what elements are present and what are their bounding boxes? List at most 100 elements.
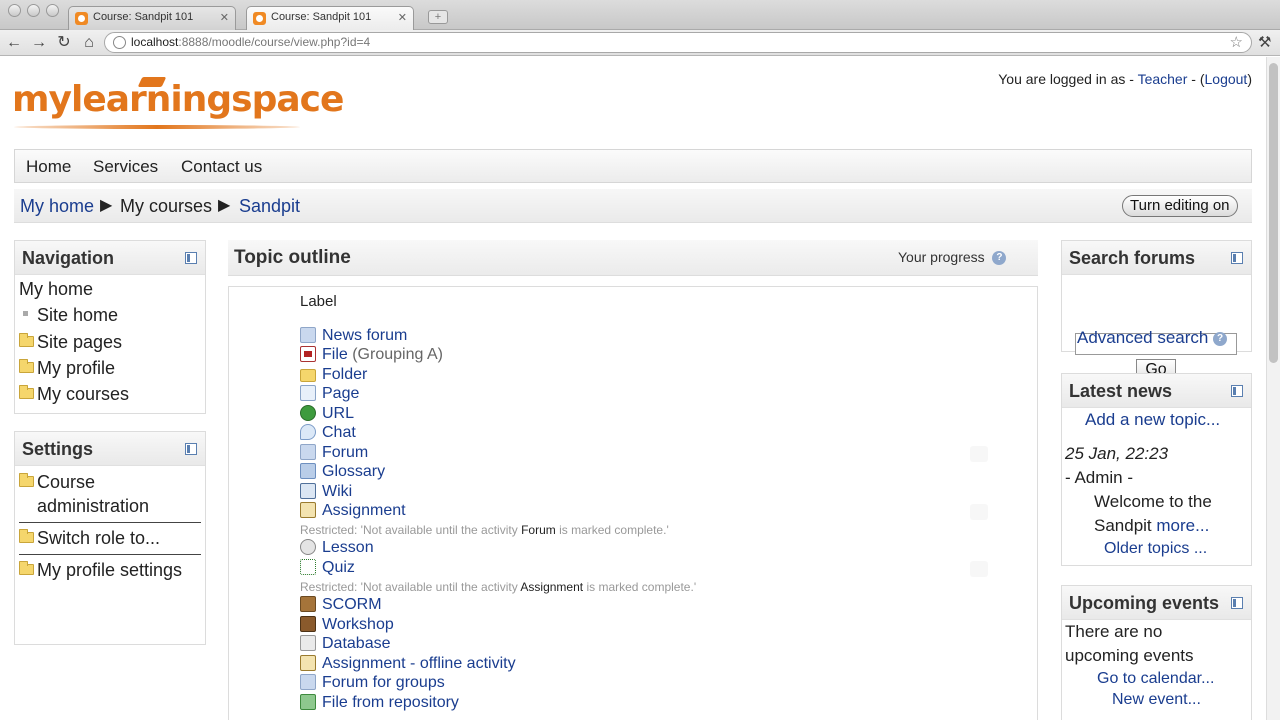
activity-database[interactable]: Database [300, 635, 391, 653]
activity-glossary[interactable]: Glossary [300, 463, 385, 481]
site-logo[interactable]: mylearningspace [12, 79, 344, 120]
breadcrumb-sandpit[interactable]: Sandpit [239, 196, 300, 217]
settings-switch-role[interactable]: Switch role to... [19, 528, 160, 549]
news-line1: Welcome to the [1094, 492, 1212, 511]
dock-block-icon[interactable] [1231, 252, 1243, 264]
forum-icon [300, 327, 316, 343]
folder-icon [19, 473, 34, 487]
new-event-link[interactable]: New event... [1112, 691, 1201, 709]
scrollbar-thumb[interactable] [1269, 63, 1278, 363]
activity-url[interactable]: URL [300, 405, 354, 423]
close-tab-icon[interactable]: ✕ [398, 11, 407, 24]
browser-tab[interactable]: Course: Sandpit 101 ✕ [68, 6, 236, 30]
activity-folder[interactable]: Folder [300, 366, 367, 384]
browser-tab-active[interactable]: Course: Sandpit 101 ✕ [246, 6, 414, 30]
dock-block-icon[interactable] [185, 252, 197, 264]
activity-scorm[interactable]: SCORM [300, 596, 382, 614]
nav-my-profile[interactable]: My profile [19, 358, 115, 379]
new-tab-button[interactable]: + [428, 10, 448, 24]
folder-icon [300, 369, 316, 382]
page-scrollbar[interactable] [1266, 57, 1280, 720]
events-line2: upcoming events [1065, 646, 1194, 665]
settings-block-header: Settings [15, 432, 205, 466]
activity-chat[interactable]: Chat [300, 424, 356, 442]
help-icon[interactable]: ? [1213, 331, 1228, 346]
nav-my-home[interactable]: My home [19, 279, 93, 300]
back-arrow-icon[interactable]: ← [4, 33, 24, 53]
activity-news-forum[interactable]: News forum [300, 327, 407, 345]
menu-services[interactable]: Services [93, 157, 158, 177]
assignment-icon [300, 655, 316, 671]
user-link[interactable]: Teacher [1138, 71, 1188, 87]
nav-my-courses[interactable]: My courses [19, 384, 129, 405]
news-author: - Admin - [1065, 468, 1134, 487]
folder-icon [19, 333, 34, 347]
settings-my-profile-settings[interactable]: My profile settings [19, 560, 182, 581]
go-to-calendar-link[interactable]: Go to calendar... [1097, 670, 1214, 688]
browser-toolbar: ← → ↻ ⌂ localhost:8888/moodle/course/vie… [0, 30, 1280, 56]
bookmark-star-icon[interactable]: ☆ [1230, 33, 1243, 52]
breadcrumb-separator-icon: ▶ [100, 197, 113, 214]
wiki-icon [300, 483, 316, 499]
wrench-menu-icon[interactable]: ⚒ [1258, 33, 1271, 51]
activity-quiz[interactable]: Quiz [300, 559, 355, 577]
close-window-button[interactable] [8, 4, 21, 17]
advanced-search[interactable]: Advanced search ? [1077, 328, 1228, 348]
menu-home[interactable]: Home [26, 157, 71, 177]
navigation-block-header: Navigation [15, 241, 205, 275]
minimize-window-button[interactable] [27, 4, 40, 17]
page-info-icon[interactable] [113, 36, 126, 49]
activity-lesson[interactable]: Lesson [300, 539, 374, 557]
activity-file-from-repository[interactable]: File from repository [300, 694, 459, 712]
pdf-file-icon [300, 346, 316, 362]
settings-block: Settings Course administration Switch ro… [14, 431, 206, 645]
folder-icon [19, 359, 34, 373]
folder-icon [19, 561, 34, 575]
nav-site-home[interactable]: Site home [37, 305, 118, 326]
add-new-topic-link[interactable]: Add a new topic... [1085, 410, 1220, 430]
help-icon[interactable]: ? [992, 251, 1007, 266]
forward-arrow-icon[interactable]: → [29, 33, 49, 53]
activity-page[interactable]: Page [300, 385, 359, 403]
activity-assignment[interactable]: Assignment [300, 502, 406, 520]
turn-editing-on-button[interactable]: Turn editing on [1122, 195, 1238, 217]
logout-link[interactable]: Logout [1205, 71, 1248, 87]
activity-forum[interactable]: Forum [300, 444, 368, 462]
completion-checkbox[interactable] [970, 504, 988, 520]
dock-block-icon[interactable] [1231, 385, 1243, 397]
workshop-icon [300, 616, 316, 632]
activity-wiki[interactable]: Wiki [300, 483, 352, 501]
login-suffix: ) [1247, 71, 1252, 87]
chat-icon [300, 424, 316, 440]
dock-block-icon[interactable] [185, 443, 197, 455]
reload-icon[interactable]: ↻ [54, 33, 74, 53]
news-line2: Sandpit more... [1094, 516, 1210, 535]
activity-file[interactable]: File (Grouping A) [300, 346, 443, 364]
label-text: Label [300, 293, 337, 310]
menu-contact-us[interactable]: Contact us [181, 157, 262, 177]
activity-assignment-offline[interactable]: Assignment - offline activity [300, 655, 516, 673]
close-tab-icon[interactable]: ✕ [220, 11, 229, 24]
address-bar[interactable]: localhost:8888/moodle/course/view.php?id… [104, 32, 1252, 53]
older-topics-link[interactable]: Older topics ... [1104, 540, 1207, 558]
activity-forum-for-groups[interactable]: Forum for groups [300, 674, 445, 692]
settings-course-admin[interactable]: Course [19, 472, 95, 493]
search-forums-header: Search forums [1062, 241, 1251, 275]
dock-block-icon[interactable] [1231, 597, 1243, 609]
glossary-icon [300, 463, 316, 479]
forum-icon [300, 444, 316, 460]
folder-icon [19, 529, 34, 543]
activity-workshop[interactable]: Workshop [300, 616, 394, 634]
settings-course-admin-line2[interactable]: administration [37, 496, 149, 517]
forum-icon [300, 674, 316, 690]
completion-checkbox[interactable] [970, 561, 988, 577]
url-path: :8888/moodle/course/view.php?id=4 [178, 35, 371, 49]
breadcrumb: My home ▶ My courses ▶ Sandpit Turn edit… [14, 189, 1252, 223]
custom-menu-bar: Home Services Contact us [14, 149, 1252, 183]
zoom-window-button[interactable] [46, 4, 59, 17]
news-more-link[interactable]: more... [1156, 516, 1209, 535]
breadcrumb-my-home[interactable]: My home [20, 196, 94, 217]
home-icon[interactable]: ⌂ [79, 33, 99, 53]
nav-site-pages[interactable]: Site pages [19, 332, 122, 353]
completion-checkbox[interactable] [970, 446, 988, 462]
